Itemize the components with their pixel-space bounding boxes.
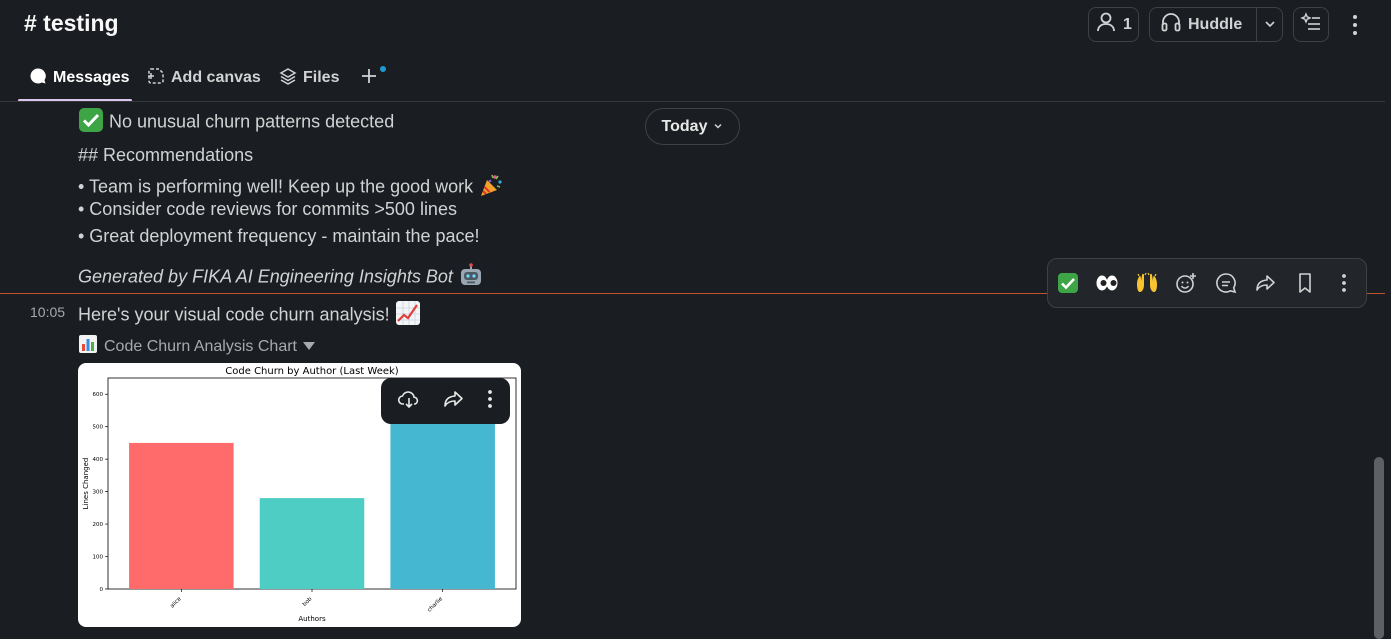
members-button[interactable]: 1 [1088, 7, 1139, 42]
huddle-button[interactable]: Huddle [1149, 7, 1283, 42]
tabs-divider [0, 101, 1385, 102]
scrollbar-track[interactable] [1385, 0, 1391, 639]
tab-files[interactable]: Files [279, 66, 339, 90]
eyes-emoji-icon[interactable] [1088, 265, 1128, 301]
tab-add-canvas[interactable]: Add canvas [147, 66, 261, 90]
check-emoji-icon[interactable] [1048, 265, 1088, 301]
message-timestamp[interactable]: 10:05 [30, 304, 65, 320]
bar-charlie [390, 407, 495, 589]
file-title-toggle[interactable]: Code Churn Analysis Chart [78, 334, 315, 359]
huddle-label: Huddle [1188, 15, 1243, 33]
status-text: No unusual churn patterns detected [109, 111, 395, 132]
y-axis-label: Lines Changed [82, 458, 90, 510]
tab-messages[interactable]: Messages [29, 66, 130, 90]
reply-thread-icon[interactable] [1206, 265, 1246, 301]
x-tick-label: alice [169, 596, 183, 610]
tab-label: Files [303, 69, 340, 86]
new-messages-line [0, 293, 1047, 294]
tab-label: Messages [53, 69, 130, 86]
robot-emoji-icon [458, 262, 484, 293]
channel-more-icon[interactable] [1344, 12, 1366, 38]
y-tick-label: 400 [93, 457, 104, 463]
chart-title: Code Churn by Author (Last Week) [225, 366, 398, 377]
message-body: Here's your visual code churn analysis! [78, 300, 421, 331]
file-name: Code Churn Analysis Chart [104, 337, 297, 355]
bar-alice [129, 442, 234, 589]
date-divider-label: Today [661, 117, 708, 135]
message-bubble-icon [29, 67, 47, 90]
file-toolbar [381, 378, 510, 424]
scrollbar-thumb[interactable] [1374, 457, 1384, 639]
y-tick-label: 100 [93, 555, 104, 561]
share-icon[interactable] [442, 388, 464, 415]
canvas-icon [147, 67, 165, 90]
message-text: Here's your visual code churn analysis! [78, 304, 390, 325]
bar-chart-emoji-icon [78, 334, 98, 359]
x-axis-label: Authors [298, 615, 326, 623]
bar-bob [259, 498, 365, 589]
forward-icon[interactable] [1246, 265, 1286, 301]
person-icon [1095, 11, 1117, 38]
message-actions-bar [1047, 258, 1367, 308]
y-tick-label: 500 [93, 425, 104, 431]
new-indicator-dot [380, 66, 386, 72]
members-count: 1 [1123, 15, 1132, 33]
party-popper-emoji-icon [478, 172, 504, 203]
huddle-divider [1256, 8, 1257, 41]
footer-text: Generated by FIKA AI Engineering Insight… [78, 266, 453, 287]
y-tick-label: 200 [93, 522, 104, 528]
headphones-icon [1160, 11, 1182, 38]
recommendation-item: • Great deployment frequency - maintain … [78, 226, 480, 246]
raised-hands-emoji-icon[interactable] [1127, 265, 1167, 301]
ai-summary-button[interactable] [1293, 7, 1329, 42]
channel-tabs: Messages Add canvas Files [0, 58, 1391, 102]
chart-increasing-emoji-icon [395, 300, 421, 331]
file-more-icon[interactable] [487, 389, 493, 414]
more-icon[interactable] [1325, 265, 1365, 301]
cloud-download-icon[interactable] [398, 388, 420, 415]
channel-header: # testing 1 Huddle [0, 0, 1391, 50]
channel-title[interactable]: # testing [24, 10, 119, 37]
recommendation-text: • Team is performing well! Keep up the g… [78, 176, 474, 197]
bot-footer: Generated by FIKA AI Engineering Insight… [78, 262, 484, 293]
check-mark-emoji-icon [78, 107, 104, 138]
add-reaction-icon[interactable] [1167, 265, 1207, 301]
plus-icon [360, 67, 378, 90]
x-tick-label: charlie [427, 596, 445, 614]
layers-icon [279, 67, 297, 90]
new-messages-line [1367, 293, 1385, 294]
chevron-down-icon[interactable] [1262, 16, 1278, 37]
caret-down-icon [302, 338, 315, 356]
chevron-down-icon [713, 118, 723, 136]
tab-label: Add canvas [171, 69, 261, 86]
y-tick-label: 600 [93, 392, 104, 398]
recommendations-heading: ## Recommendations [78, 145, 254, 165]
recommendation-item: • Consider code reviews for commits >500… [78, 199, 457, 219]
status-line: No unusual churn patterns detected [78, 107, 394, 138]
add-tab-button[interactable] [360, 66, 378, 90]
y-tick-label: 300 [93, 490, 104, 496]
x-tick-label: bob [302, 596, 314, 608]
date-divider-button[interactable]: Today [645, 108, 740, 145]
y-tick-label: 0 [100, 587, 104, 593]
sparkle-list-icon [1300, 11, 1322, 38]
bookmark-icon[interactable] [1285, 265, 1325, 301]
